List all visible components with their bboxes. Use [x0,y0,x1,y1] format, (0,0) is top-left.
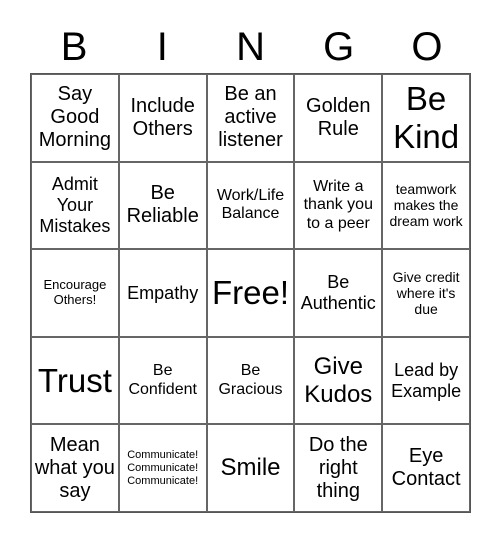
bingo-cell[interactable]: Be Confident [118,336,207,425]
bingo-cell[interactable]: Say Good Morning [31,74,119,162]
free-space-cell[interactable]: Free! [206,249,295,337]
bingo-cell[interactable]: Eye Contact [382,424,470,512]
bingo-cell[interactable]: Smile [206,424,295,512]
header-letter-g: G [323,25,355,69]
bingo-cell[interactable]: Be Reliable [118,161,207,250]
bingo-cell[interactable]: Include Others [118,74,207,162]
bingo-cell[interactable]: Give Kudos [294,336,383,425]
bingo-cell[interactable]: Golden Rule [294,74,383,162]
bingo-cell[interactable]: Be Authentic [294,249,383,337]
header-letter-b: B [60,25,88,69]
bingo-cell[interactable]: Encourage Others! [31,249,119,337]
bingo-cell[interactable]: Work/Life Balance [206,161,295,250]
bingo-cell[interactable]: Give credit where it's due [382,249,470,337]
header-letter-n: N [236,25,265,69]
bingo-cell[interactable]: Trust [31,336,119,425]
header-letter-o: O [411,25,443,69]
header-letter-i: I [156,25,168,69]
bingo-cell[interactable]: Empathy [118,249,207,337]
bingo-cell[interactable]: Be Kind [382,74,470,162]
bingo-header: B I N G O [30,24,471,70]
bingo-cell[interactable]: Do the right thing [294,424,383,512]
bingo-cell[interactable]: Be Gracious [206,336,295,425]
bingo-cell[interactable]: Communicate! Communicate! Communicate! [118,424,207,512]
bingo-cell[interactable]: Write a thank you to a peer [294,161,383,250]
bingo-cell[interactable]: teamwork makes the dream work [382,161,470,250]
bingo-cell[interactable]: Mean what you say [31,424,119,512]
bingo-cell[interactable]: Be an active listener [206,74,295,162]
bingo-grid: Say Good Morning Include Others Be an ac… [30,73,471,513]
bingo-cell[interactable]: Admit Your Mistakes [31,161,119,250]
bingo-cell[interactable]: Lead by Example [382,336,470,425]
